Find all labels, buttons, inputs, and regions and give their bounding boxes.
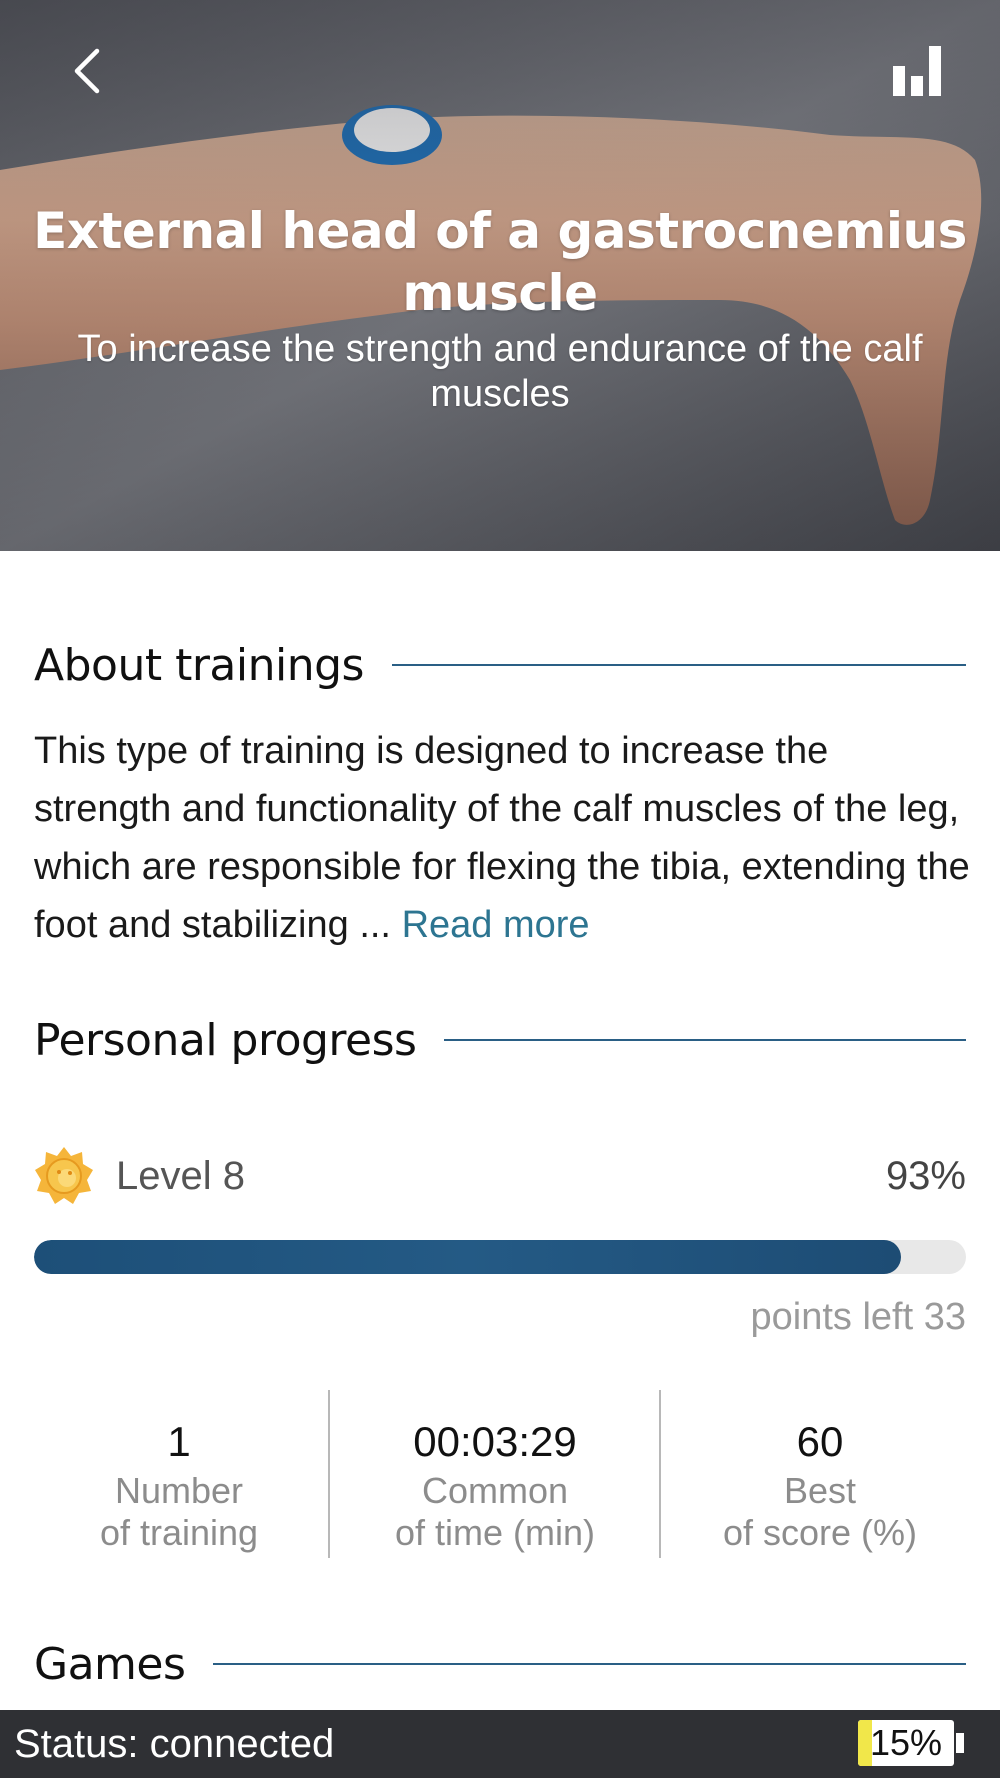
stat-number-of-training: 1 Number of training: [34, 1390, 324, 1554]
hero-banner: External head of a gastrocnemius muscle …: [0, 0, 1000, 551]
about-trainings-title: About trainings: [34, 639, 364, 691]
points-left-label: points left 33: [750, 1296, 966, 1338]
section-divider: [213, 1663, 966, 1665]
bar-chart-icon: [893, 46, 941, 96]
exercise-subtitle: To increase the strength and endurance o…: [77, 328, 923, 415]
about-description: This type of training is designed to inc…: [34, 722, 974, 954]
connection-status-bar: Status: connected 15%: [0, 1710, 1000, 1778]
stat-best-score: 60 Best of score (%): [670, 1390, 970, 1554]
games-title: Games: [34, 1638, 186, 1690]
level-percent: 93%: [885, 1153, 966, 1198]
stat-value: 1: [167, 1418, 191, 1465]
about-trainings-header: About trainings: [34, 635, 966, 695]
stat-divider: [328, 1390, 330, 1558]
back-button[interactable]: [58, 40, 114, 102]
stat-value: 60: [796, 1418, 844, 1465]
stat-label-line2: of score (%): [722, 1512, 918, 1553]
level-row: Level 8 93%: [34, 1144, 966, 1208]
stat-common-time: 00:03:29 Common of time (min): [340, 1390, 650, 1554]
battery-percent: 15%: [869, 1722, 943, 1763]
level-label: Level 8: [116, 1153, 245, 1198]
personal-progress-header: Personal progress: [34, 1010, 966, 1070]
games-header: Games: [34, 1634, 966, 1694]
read-more-link[interactable]: Read more: [402, 904, 590, 946]
battery-tip: [956, 1733, 964, 1753]
chevron-left-icon: [74, 48, 100, 94]
battery-icon: 15%: [858, 1720, 954, 1766]
connection-status: Status: connected: [14, 1721, 335, 1766]
section-divider: [444, 1039, 966, 1041]
stat-label-line2: of training: [99, 1512, 259, 1553]
stat-value: 00:03:29: [413, 1418, 577, 1465]
stat-label-line1: Common: [421, 1470, 569, 1511]
stat-label-line1: Number: [114, 1470, 244, 1511]
stat-label-line1: Best: [783, 1470, 857, 1511]
stat-divider: [659, 1390, 661, 1558]
training-stats: 1 Number of training 00:03:29 Common of …: [0, 1390, 1000, 1560]
personal-progress-title: Personal progress: [34, 1014, 417, 1066]
battery-indicator: 15%: [858, 1720, 964, 1766]
sun-medal-icon: [35, 1147, 93, 1204]
section-divider: [391, 664, 966, 666]
level-progress-fill: [34, 1240, 901, 1274]
exercise-title: External head of a gastrocnemius muscle: [33, 202, 967, 322]
statistics-button[interactable]: [884, 40, 950, 102]
level-progress-bar: [34, 1240, 966, 1274]
stat-label-line2: of time (min): [394, 1512, 596, 1553]
